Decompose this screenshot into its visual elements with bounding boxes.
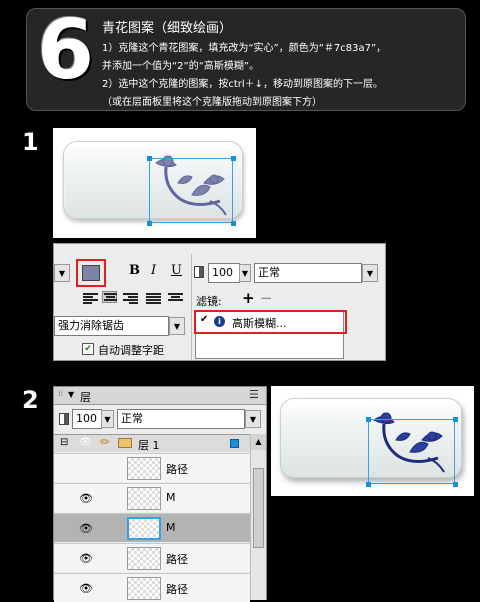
filter-label: 滤镜: (196, 295, 222, 308)
selection-handle[interactable] (147, 221, 152, 226)
layers-panel-titlebar: ⁞⁞ ▼ 层 ☰ (54, 387, 266, 405)
eye-column-icon[interactable]: 👁 (79, 437, 92, 448)
layer-color-icon (230, 439, 239, 448)
instruction-line-3: 2）选中这个克隆的图案，按ctrl＋↓，移动到原图案的下一层。 (102, 79, 384, 90)
layer-row[interactable]: 👁 路径 (54, 573, 250, 602)
antialias-select[interactable]: 强力消除锯齿 (54, 316, 169, 336)
selection-handle[interactable] (147, 156, 152, 161)
layer-row-selected[interactable]: 👁 M (54, 513, 250, 542)
layer-opacity-input[interactable]: 100 (72, 409, 102, 429)
layer-thumbnail (127, 487, 161, 510)
layers-scrollbar[interactable]: ▲ (250, 434, 266, 600)
color-swatch (82, 265, 100, 281)
layer-blend-select[interactable]: 正常 (117, 409, 245, 429)
properties-panel: ▼ B I U 强力消除锯齿 ▼ ✔ 自动调整字距 100 ▼ 正常 ▼ 滤镜:… (53, 243, 386, 361)
opacity-icon (194, 266, 204, 278)
remove-filter-icon[interactable]: − (260, 289, 273, 307)
header-title: 青花图案（细致绘画） (102, 21, 233, 36)
underline-button[interactable]: U (171, 263, 182, 278)
layer-row[interactable]: 路径 (54, 453, 250, 482)
folder-icon (118, 438, 132, 448)
collapse-arrow-icon[interactable]: ▼ (68, 390, 74, 399)
italic-button[interactable]: I (151, 263, 156, 278)
pencil-icon[interactable]: ✏ (100, 435, 110, 449)
grip-icon[interactable]: ⁞⁞ (58, 389, 63, 398)
fill-color-button[interactable] (76, 259, 106, 287)
chevron-down-icon[interactable]: ▼ (101, 410, 114, 428)
visibility-eye-icon[interactable]: 👁 (79, 582, 93, 595)
blend-mode-select[interactable]: 正常 (254, 263, 362, 283)
layer-thumbnail (127, 577, 161, 600)
layer-row-name: 路径 (166, 583, 188, 596)
layer-thumbnail (127, 457, 161, 480)
selection-box[interactable] (368, 419, 455, 484)
panel-menu-icon[interactable]: ☰ (249, 388, 259, 401)
layers-panel-title: 层 (80, 391, 91, 404)
layer-group-row[interactable]: ⊟ 👁 ✏ 层 1 (54, 434, 250, 452)
scroll-up-icon[interactable]: ▲ (251, 434, 266, 450)
chevron-down-icon[interactable]: ▼ (245, 410, 261, 428)
selection-handle[interactable] (453, 482, 458, 487)
chevron-down-icon[interactable]: ▼ (362, 264, 378, 282)
instruction-header: 6 青花图案（细致绘画） 1）克隆这个青花图案，填充改为“实心”，颜色为“＃7c… (26, 3, 466, 111)
visibility-eye-icon[interactable]: 👁 (79, 492, 93, 505)
layer-group-name: 层 1 (138, 439, 160, 452)
layer-thumbnail (127, 517, 161, 540)
layer-row-name: 路径 (166, 553, 188, 566)
step2-canvas (271, 386, 474, 496)
opacity-input[interactable]: 100 (208, 263, 240, 283)
align-center-icon[interactable] (102, 291, 117, 303)
step1-canvas (53, 128, 256, 238)
chevron-down-icon[interactable]: ▼ (54, 264, 70, 282)
collapse-layer-icon[interactable]: ⊟ (60, 437, 68, 448)
scrollbar-thumb[interactable] (253, 468, 264, 548)
selection-handle[interactable] (366, 417, 371, 422)
selection-handle[interactable] (231, 221, 236, 226)
visibility-eye-icon[interactable]: 👁 (79, 522, 93, 535)
visibility-eye-icon[interactable]: 👁 (79, 552, 93, 565)
auto-kern-checkbox[interactable]: ✔ (82, 343, 94, 355)
justify-icon[interactable] (146, 293, 161, 305)
bold-button[interactable]: B (129, 263, 140, 278)
info-icon[interactable]: i (214, 316, 225, 327)
layer-row-name: M (166, 491, 176, 504)
layers-panel: ⁞⁞ ▼ 层 ☰ 100 ▼ 正常 ▼ ⊟ 👁 ✏ 层 1 ▲ 路径 👁 M 👁… (53, 386, 267, 602)
chevron-down-icon[interactable]: ▼ (239, 264, 251, 282)
align-left-icon[interactable] (83, 293, 98, 305)
layer-row-name: 路径 (166, 463, 188, 476)
align-right-icon[interactable] (123, 293, 138, 305)
layer-row[interactable]: 👁 M (54, 483, 250, 512)
instruction-line-4: （或在层面板里将这个克隆版拖动到原图案下方） (102, 97, 322, 108)
add-filter-icon[interactable]: + (242, 289, 255, 307)
divider (191, 254, 192, 360)
instruction-line-2: 并添加一个值为“2”的“高斯模糊”。 (102, 61, 260, 72)
filter-item-highlight[interactable]: ✔ i 高斯模糊... (194, 310, 347, 334)
step-1-number: 1 (22, 128, 39, 156)
auto-kern-label: 自动调整字距 (98, 344, 164, 357)
filter-item-label: 高斯模糊... (232, 317, 287, 330)
selection-box[interactable] (149, 158, 233, 223)
selection-handle[interactable] (231, 156, 236, 161)
filter-enabled-checkmark[interactable]: ✔ (200, 314, 208, 325)
selection-handle[interactable] (453, 417, 458, 422)
text-baseline-icon[interactable] (168, 293, 183, 305)
layer-thumbnail (127, 547, 161, 570)
opacity-icon (59, 413, 69, 425)
step-2-number: 2 (22, 386, 39, 414)
instruction-line-1: 1）克隆这个青花图案，填充改为“实心”，颜色为“＃7c83a7”， (102, 43, 387, 54)
chevron-down-icon[interactable]: ▼ (169, 317, 185, 335)
layer-row[interactable]: 👁 路径 (54, 543, 250, 572)
layer-row-name: M (166, 521, 176, 534)
step-big-number: 6 (37, 3, 94, 98)
selection-handle[interactable] (366, 482, 371, 487)
